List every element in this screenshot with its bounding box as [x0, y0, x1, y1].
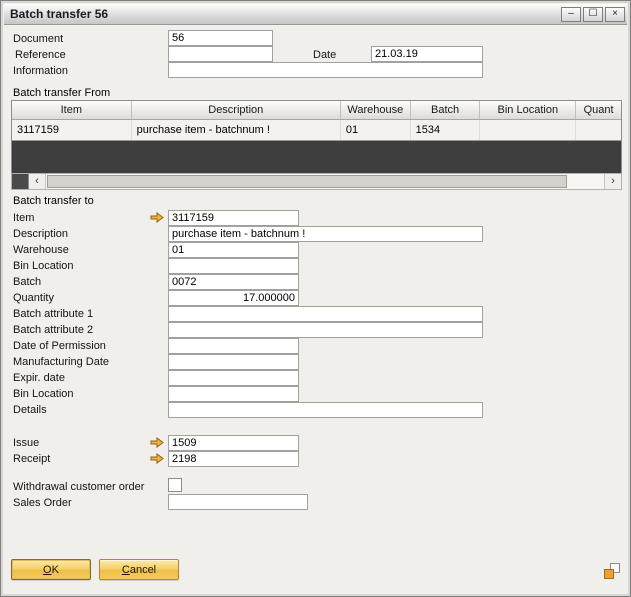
date-label: Date: [313, 48, 336, 63]
scrollbar-thumb[interactable]: [47, 175, 567, 188]
sales-order-label: Sales Order: [13, 496, 72, 511]
manufacturing-date-input[interactable]: [168, 354, 299, 370]
bin-location-2-input[interactable]: [168, 386, 299, 402]
cancel-button-label: Cancel: [122, 564, 156, 576]
quantity-label: Quantity: [13, 291, 54, 306]
resize-grip-icon[interactable]: [604, 563, 620, 579]
close-button[interactable]: ×: [605, 7, 625, 22]
withdrawal-customer-order-checkbox[interactable]: [168, 478, 182, 492]
information-label: Information: [13, 64, 68, 79]
column-header-bin-location[interactable]: Bin Location: [480, 101, 576, 119]
ok-button-label: OK: [43, 564, 59, 576]
warehouse-label: Warehouse: [13, 243, 69, 258]
cancel-button[interactable]: Cancel: [99, 559, 179, 580]
receipt-input[interactable]: [168, 451, 299, 467]
batch-attribute-1-input[interactable]: [168, 306, 483, 322]
description-label: Description: [13, 227, 68, 242]
link-arrow-icon[interactable]: [150, 437, 164, 448]
batch-input[interactable]: [168, 274, 299, 290]
batch-attribute-1-label: Batch attribute 1: [13, 307, 93, 322]
maximize-icon: ☐: [589, 9, 598, 19]
from-section-title: Batch transfer From: [13, 86, 110, 100]
bin-location-2-label: Bin Location: [13, 387, 74, 402]
description-input[interactable]: [168, 226, 483, 242]
batch-attribute-2-label: Batch attribute 2: [13, 323, 93, 338]
table-empty-area: [12, 141, 621, 174]
cell-item[interactable]: 3117159: [12, 120, 132, 140]
minimize-icon: –: [568, 9, 574, 19]
cell-bin-location[interactable]: [480, 120, 576, 140]
bin-location-label: Bin Location: [13, 259, 74, 274]
item-label: Item: [13, 211, 34, 226]
issue-input[interactable]: [168, 435, 299, 451]
item-input[interactable]: [168, 210, 299, 226]
manufacturing-date-label: Manufacturing Date: [13, 355, 109, 370]
batch-label: Batch: [13, 275, 41, 290]
expiry-date-label: Expir. date: [13, 371, 65, 386]
minimize-button[interactable]: –: [561, 7, 581, 22]
quantity-input[interactable]: [168, 290, 299, 306]
column-header-item[interactable]: Item: [12, 101, 132, 119]
chevron-right-icon: ›: [611, 176, 615, 187]
warehouse-input[interactable]: [168, 242, 299, 258]
cell-warehouse[interactable]: 01: [341, 120, 411, 140]
window-controls: – ☐ ×: [561, 7, 625, 22]
column-header-batch[interactable]: Batch: [411, 101, 481, 119]
column-header-warehouse[interactable]: Warehouse: [341, 101, 411, 119]
batch-transfer-window: Batch transfer 56 – ☐ × Document Referen…: [0, 0, 631, 597]
details-label: Details: [13, 403, 47, 418]
titlebar: Batch transfer 56 – ☐ ×: [4, 4, 627, 25]
batch-from-table: Item Description Warehouse Batch Bin Loc…: [11, 100, 622, 175]
issue-label: Issue: [13, 436, 39, 451]
scroll-left-button[interactable]: ‹: [29, 174, 46, 189]
ok-button[interactable]: OK: [11, 559, 91, 580]
expiry-date-input[interactable]: [168, 370, 299, 386]
scroll-right-button[interactable]: ›: [604, 174, 621, 189]
link-arrow-icon[interactable]: [150, 212, 164, 223]
date-of-permission-input[interactable]: [168, 338, 299, 354]
column-header-quantity[interactable]: Quant: [576, 101, 621, 119]
maximize-button[interactable]: ☐: [583, 7, 603, 22]
information-input[interactable]: [168, 62, 483, 78]
chevron-left-icon: ‹: [35, 176, 39, 187]
document-input[interactable]: [168, 30, 273, 46]
cell-batch[interactable]: 1534: [411, 120, 481, 140]
table-header-row: Item Description Warehouse Batch Bin Loc…: [12, 101, 621, 120]
receipt-label: Receipt: [13, 452, 50, 467]
bin-location-input[interactable]: [168, 258, 299, 274]
link-arrow-icon[interactable]: [150, 453, 164, 464]
reference-input[interactable]: [168, 46, 273, 62]
window-title: Batch transfer 56: [10, 7, 108, 21]
withdrawal-customer-order-label: Withdrawal customer order: [13, 480, 144, 495]
cell-quantity[interactable]: [576, 120, 621, 140]
sales-order-input[interactable]: [168, 494, 308, 510]
scrollbar-track[interactable]: [46, 174, 604, 189]
table-row[interactable]: 3117159 purchase item - batchnum ! 01 15…: [12, 120, 621, 141]
details-input[interactable]: [168, 402, 483, 418]
date-input[interactable]: [371, 46, 483, 62]
column-header-description[interactable]: Description: [132, 101, 341, 119]
date-of-permission-label: Date of Permission: [13, 339, 106, 354]
cell-description[interactable]: purchase item - batchnum !: [132, 120, 341, 140]
document-label: Document: [13, 32, 63, 47]
scrollbar-corner: [12, 174, 29, 189]
to-section-title: Batch transfer to: [13, 194, 94, 208]
batch-attribute-2-input[interactable]: [168, 322, 483, 338]
reference-label: Reference: [15, 48, 66, 63]
table-horizontal-scrollbar[interactable]: ‹ ›: [11, 173, 622, 190]
close-icon: ×: [612, 9, 618, 19]
